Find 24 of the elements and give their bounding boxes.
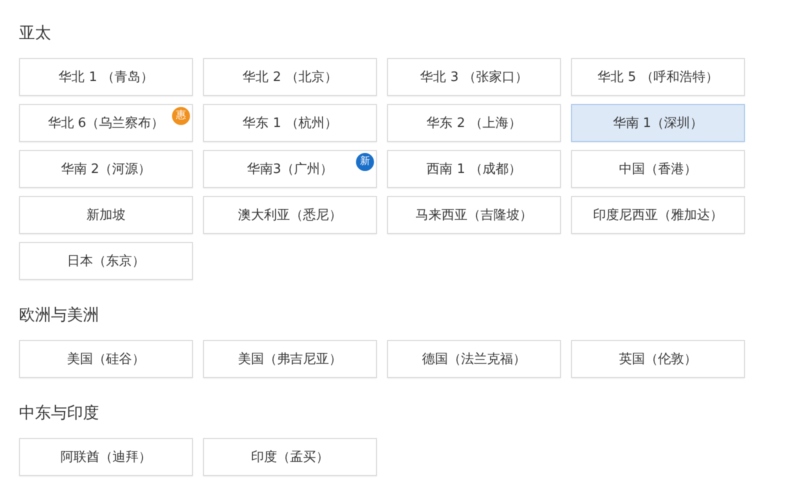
region-option[interactable]: 新加坡 [19, 196, 193, 234]
region-option[interactable]: 华北 3 （张家口） [387, 58, 561, 96]
region-option[interactable]: 印度（孟买） [203, 438, 377, 476]
region-option[interactable]: 马来西亚（吉隆坡） [387, 196, 561, 234]
region-option[interactable]: 西南 1 （成都） [387, 150, 561, 188]
region-option[interactable]: 印度尼西亚（雅加达） [571, 196, 745, 234]
region-option[interactable]: 华北 2 （北京） [203, 58, 377, 96]
region-option[interactable]: 华北 5 （呼和浩特） [571, 58, 745, 96]
region-option[interactable]: 美国（弗吉尼亚） [203, 340, 377, 378]
section-title: 亚太 [19, 22, 52, 44]
region-option[interactable]: 华南 1（深圳） [571, 104, 745, 142]
section-title: 中东与印度 [19, 402, 100, 424]
region-option[interactable]: 日本（东京） [19, 242, 193, 280]
region-option[interactable]: 中国（香港） [571, 150, 745, 188]
section-title: 欧洲与美洲 [19, 304, 100, 326]
region-option[interactable]: 阿联酋（迪拜） [19, 438, 193, 476]
region-option[interactable]: 德国（法兰克福） [387, 340, 561, 378]
region-option[interactable]: 华北 1 （青岛） [19, 58, 193, 96]
region-option[interactable]: 英国（伦敦） [571, 340, 745, 378]
region-option[interactable]: 华南 2（河源） [19, 150, 193, 188]
region-option[interactable]: 美国（硅谷） [19, 340, 193, 378]
region-option[interactable]: 华东 1 （杭州） [203, 104, 377, 142]
region-option[interactable]: 华东 2 （上海） [387, 104, 561, 142]
region-option[interactable]: 澳大利亚（悉尼） [203, 196, 377, 234]
